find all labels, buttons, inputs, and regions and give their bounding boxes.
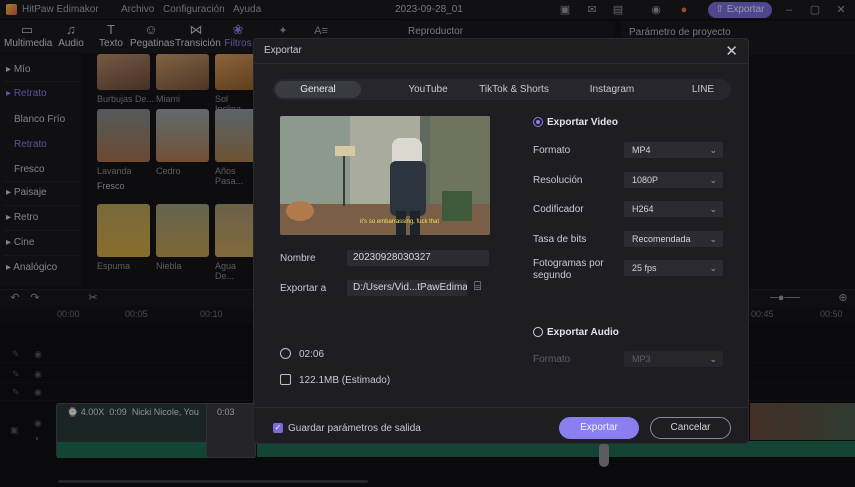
audio-format-label: Formato	[533, 354, 571, 365]
export-dialog: Exportar ✕ General YouTube TikTok & Shor…	[253, 38, 749, 444]
tab-general[interactable]: General	[275, 81, 361, 98]
chevron-down-icon: ⌄	[709, 234, 717, 244]
bitrate-label: Tasa de bits	[533, 234, 587, 245]
export-button[interactable]: Exportar	[559, 417, 639, 439]
resolution-select[interactable]: 1080P ⌄	[624, 172, 723, 188]
format-label: Formato	[533, 145, 571, 156]
tab-tiktok[interactable]: TikTok & Shorts	[459, 81, 569, 98]
format-select[interactable]: MP4 ⌄	[624, 142, 723, 158]
export-audio-radio[interactable]	[533, 327, 543, 337]
chevron-down-icon: ⌄	[709, 354, 717, 364]
video-preview: it's so embarrassing, fuck that	[280, 116, 490, 235]
cancel-button[interactable]: Cancelar	[650, 417, 731, 439]
codec-select[interactable]: H264 ⌄	[624, 201, 723, 217]
chevron-down-icon: ⌄	[709, 204, 717, 214]
preview-caption: it's so embarrassing, fuck that	[360, 219, 440, 225]
name-label: Nombre	[280, 253, 316, 264]
storage-icon	[280, 374, 291, 385]
name-input[interactable]: 20230928030327	[347, 250, 489, 266]
save-params-label: Guardar parámetros de salida	[288, 423, 421, 434]
export-path-field[interactable]: D:/Users/Vid...tPawEdimakor	[347, 280, 467, 296]
tab-instagram[interactable]: Instagram	[569, 81, 655, 98]
export-audio-title: Exportar Audio	[547, 327, 619, 338]
bitrate-select[interactable]: Recomendada ⌄	[624, 231, 723, 247]
export-video-title: Exportar Video	[547, 117, 618, 128]
chevron-down-icon: ⌄	[709, 263, 717, 273]
fps-label: Fotogramas por segundo	[533, 258, 604, 281]
audio-format-select: MP3 ⌄	[624, 351, 723, 367]
divider	[254, 63, 748, 64]
folder-icon[interactable]: ⌸	[474, 279, 481, 294]
codec-label: Codificador	[533, 204, 584, 215]
resolution-label: Resolución	[533, 175, 583, 186]
export-tabs: General YouTube TikTok & Shorts Instagra…	[273, 79, 731, 100]
save-params-checkbox[interactable]: ✓	[273, 423, 283, 433]
fps-select[interactable]: 25 fps ⌄	[624, 260, 723, 276]
tab-line[interactable]: LINE	[660, 81, 746, 98]
export-to-label: Exportar a	[280, 283, 327, 294]
clock-icon	[280, 348, 291, 359]
size-value: 122.1MB (Estimado)	[299, 375, 391, 386]
preview-frame	[280, 116, 490, 235]
close-icon[interactable]: ✕	[725, 42, 738, 60]
dialog-title: Exportar	[264, 45, 302, 56]
chevron-down-icon: ⌄	[709, 145, 717, 155]
duration-value: 02:06	[299, 349, 325, 360]
chevron-down-icon: ⌄	[709, 175, 717, 185]
export-video-radio[interactable]	[533, 117, 543, 127]
divider	[254, 407, 748, 408]
